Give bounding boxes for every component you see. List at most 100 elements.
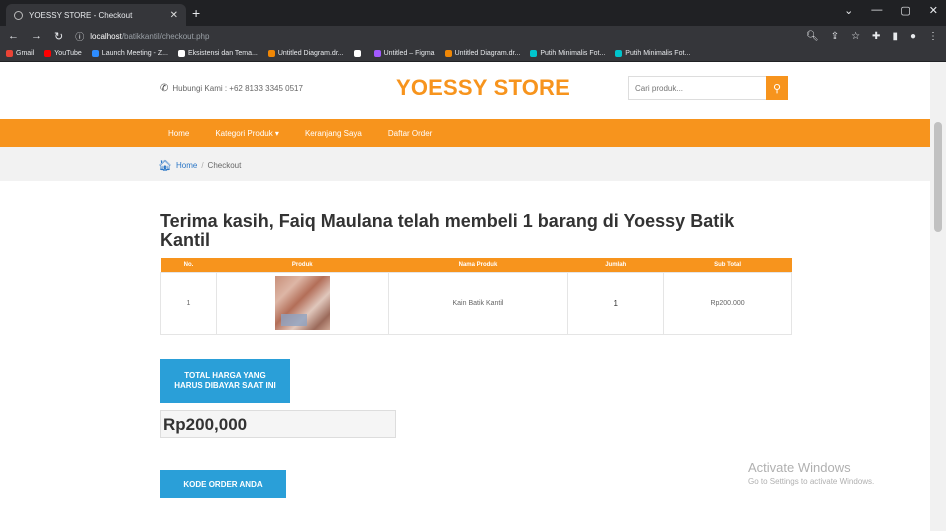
bookmarks-bar: Gmail YouTube Launch Meeting - Z... Eksiste… [0, 46, 946, 62]
maximize-icon[interactable]: ▢ [900, 4, 910, 17]
cell-product [215, 271, 389, 335]
nav-home[interactable]: Home [168, 129, 189, 138]
search-button[interactable]: ⚲ [766, 76, 788, 100]
bookmark-label: YouTube [54, 50, 82, 57]
bookmark-label: Untitled – Figma [383, 50, 435, 57]
search-input[interactable] [628, 76, 766, 100]
total-price-button[interactable]: TOTAL HARGA YANG HARUS DIBAYAR SAAT INI [160, 359, 290, 403]
minimize-icon[interactable]: — [871, 4, 882, 17]
page-scrollbar[interactable] [930, 62, 946, 531]
bookmark-item[interactable]: Launch Meeting - Z... [91, 50, 168, 57]
bookmark-star-icon[interactable]: ☆ [851, 31, 860, 42]
phone-label: Hubungi Kami : +62 8133 3345 0517 [172, 84, 303, 93]
search-icon: ⚲ [772, 82, 782, 95]
main-nav: Home Kategori Produk ▾ Keranjang Saya Da… [0, 119, 946, 147]
browser-tab[interactable]: YOESSY STORE - Checkout ✕ [6, 4, 186, 26]
cell-name: Kain Batik Kantil [387, 271, 569, 335]
site-info-icon[interactable]: ⓘ [75, 30, 84, 43]
nav-daftar-order[interactable]: Daftar Order [388, 129, 432, 138]
bookmark-icon [44, 50, 52, 57]
product-image [274, 276, 330, 330]
extensions-icon[interactable]: ✚ [872, 31, 880, 42]
bookmark-icon [6, 50, 13, 57]
back-icon[interactable]: ← [8, 30, 19, 42]
cell-no: 1 [160, 271, 217, 335]
bookmark-label: Launch Meeting - Z... [101, 50, 168, 57]
page-content: ✆ Hubungi Kami : +62 8133 3345 0517 YOES… [0, 62, 946, 531]
tab-search-icon[interactable]: ⌄ [844, 4, 853, 17]
scrollbar-thumb[interactable] [934, 122, 942, 232]
total-price-value: Rp200,000 [160, 410, 396, 438]
bookmark-label: Gmail [16, 50, 35, 57]
nav-keranjang-saya[interactable]: Keranjang Saya [305, 129, 362, 138]
bookmark-item[interactable]: Eksistensi dan Tema... [177, 50, 258, 57]
bookmark-item[interactable]: Untitled Diagram.dr... [267, 50, 344, 57]
bookmark-label: Putih Minimalis Fot... [540, 50, 606, 57]
nav-kategori-produk[interactable]: Kategori Produk ▾ [215, 129, 279, 138]
windows-activation-watermark: Activate Windows Go to Settings to activ… [748, 460, 874, 486]
new-tab-button[interactable]: + [192, 5, 200, 21]
brand-logo[interactable]: YOESSY STORE [396, 75, 570, 101]
top-header: ✆ Hubungi Kami : +62 8133 3345 0517 YOES… [0, 62, 930, 119]
col-produk: Produk [216, 258, 389, 272]
browser-tabbar: YOESSY STORE - Checkout ✕ + ⌄ — ▢ ✕ [0, 0, 946, 26]
favicon-icon [14, 10, 23, 20]
bookmark-item[interactable]: YouTube [44, 50, 82, 57]
bookmark-icon [353, 50, 361, 57]
bookmark-item[interactable] [353, 50, 364, 57]
table-header-row: No. Produk Nama Produk Jumlah Sub Total [160, 258, 792, 272]
breadcrumb-current: Checkout [207, 161, 242, 170]
bookmark-icon [267, 50, 275, 57]
col-jumlah: Jumlah [567, 258, 664, 272]
thank-you-message: Terima kasih, Faiq Maulana telah membeli… [160, 211, 735, 250]
bookmark-icon [530, 50, 538, 57]
address-bar: ← → ↻ ⓘ localhost/batikkantil/checkout.p… [0, 26, 946, 46]
bookmark-item[interactable]: Untitled – Figma [373, 50, 435, 57]
bookmark-label: Untitled Diagram.dr... [454, 50, 521, 57]
url-host: localhost [90, 31, 122, 41]
cell-qty: 1 [567, 271, 665, 335]
breadcrumb-bar: 🏠︎ Home / Checkout [0, 147, 946, 181]
bookmark-icon [91, 50, 99, 57]
zoom-icon[interactable]: 🔍︎ [806, 31, 819, 42]
window-controls: ⌄ — ▢ ✕ [844, 4, 938, 17]
close-window-icon[interactable]: ✕ [929, 4, 938, 17]
reload-icon[interactable]: ↻ [54, 30, 63, 43]
close-tab-icon[interactable]: ✕ [170, 10, 178, 21]
bookmark-item[interactable]: Putih Minimalis Fot... [530, 50, 605, 57]
url-field[interactable]: ⓘ localhost/batikkantil/checkout.php [75, 30, 209, 43]
watermark-subtitle: Go to Settings to activate Windows. [748, 477, 875, 486]
breadcrumb-separator: / [201, 161, 204, 170]
toolbar-actions: 🔍︎ ⇪ ☆ ✚ ▮ ● ⋮ [806, 31, 938, 42]
bookmark-icon [373, 50, 381, 57]
bookmark-label: Eksistensi dan Tema... [187, 50, 258, 57]
menu-icon[interactable]: ⋮ [928, 31, 938, 42]
bookmark-label: Putih Minimalis Fot... [625, 50, 691, 57]
col-nama-produk: Nama Produk [388, 258, 568, 272]
bookmark-icon [177, 50, 185, 57]
search-form: ⚲ [628, 76, 788, 100]
url-path: /batikkantil/checkout.php [121, 31, 210, 41]
bookmark-icon [615, 50, 623, 57]
bookmark-label: Untitled Diagram.dr... [277, 50, 344, 57]
tab-title: YOESSY STORE - Checkout [29, 10, 133, 20]
sidepanel-icon[interactable]: ▮ [892, 31, 898, 42]
bookmark-item[interactable]: Putih Minimalis Fot... [615, 50, 690, 57]
col-no: No. [160, 258, 217, 272]
contact-info: ✆ Hubungi Kami : +62 8133 3345 0517 [160, 83, 303, 94]
phone-icon: ✆ [160, 83, 169, 94]
home-icon[interactable]: 🏠︎ [158, 159, 172, 172]
bookmark-item[interactable]: Untitled Diagram.dr... [444, 50, 521, 57]
bookmark-item[interactable]: Gmail [6, 50, 34, 57]
bookmark-icon [444, 50, 452, 57]
order-code-button[interactable]: KODE ORDER ANDA [160, 470, 286, 498]
breadcrumb: 🏠︎ Home / Checkout [158, 159, 241, 172]
watermark-title: Activate Windows [748, 460, 851, 475]
share-icon[interactable]: ⇪ [831, 31, 839, 42]
col-sub-total: Sub Total [663, 258, 792, 272]
profile-icon[interactable]: ● [910, 31, 916, 42]
cell-subtotal: Rp200.000 [663, 271, 792, 335]
table-row: 1 Kain Batik Kantil 1 Rp200.000 [160, 271, 792, 335]
forward-icon[interactable]: → [31, 30, 42, 42]
breadcrumb-home[interactable]: Home [176, 161, 197, 170]
